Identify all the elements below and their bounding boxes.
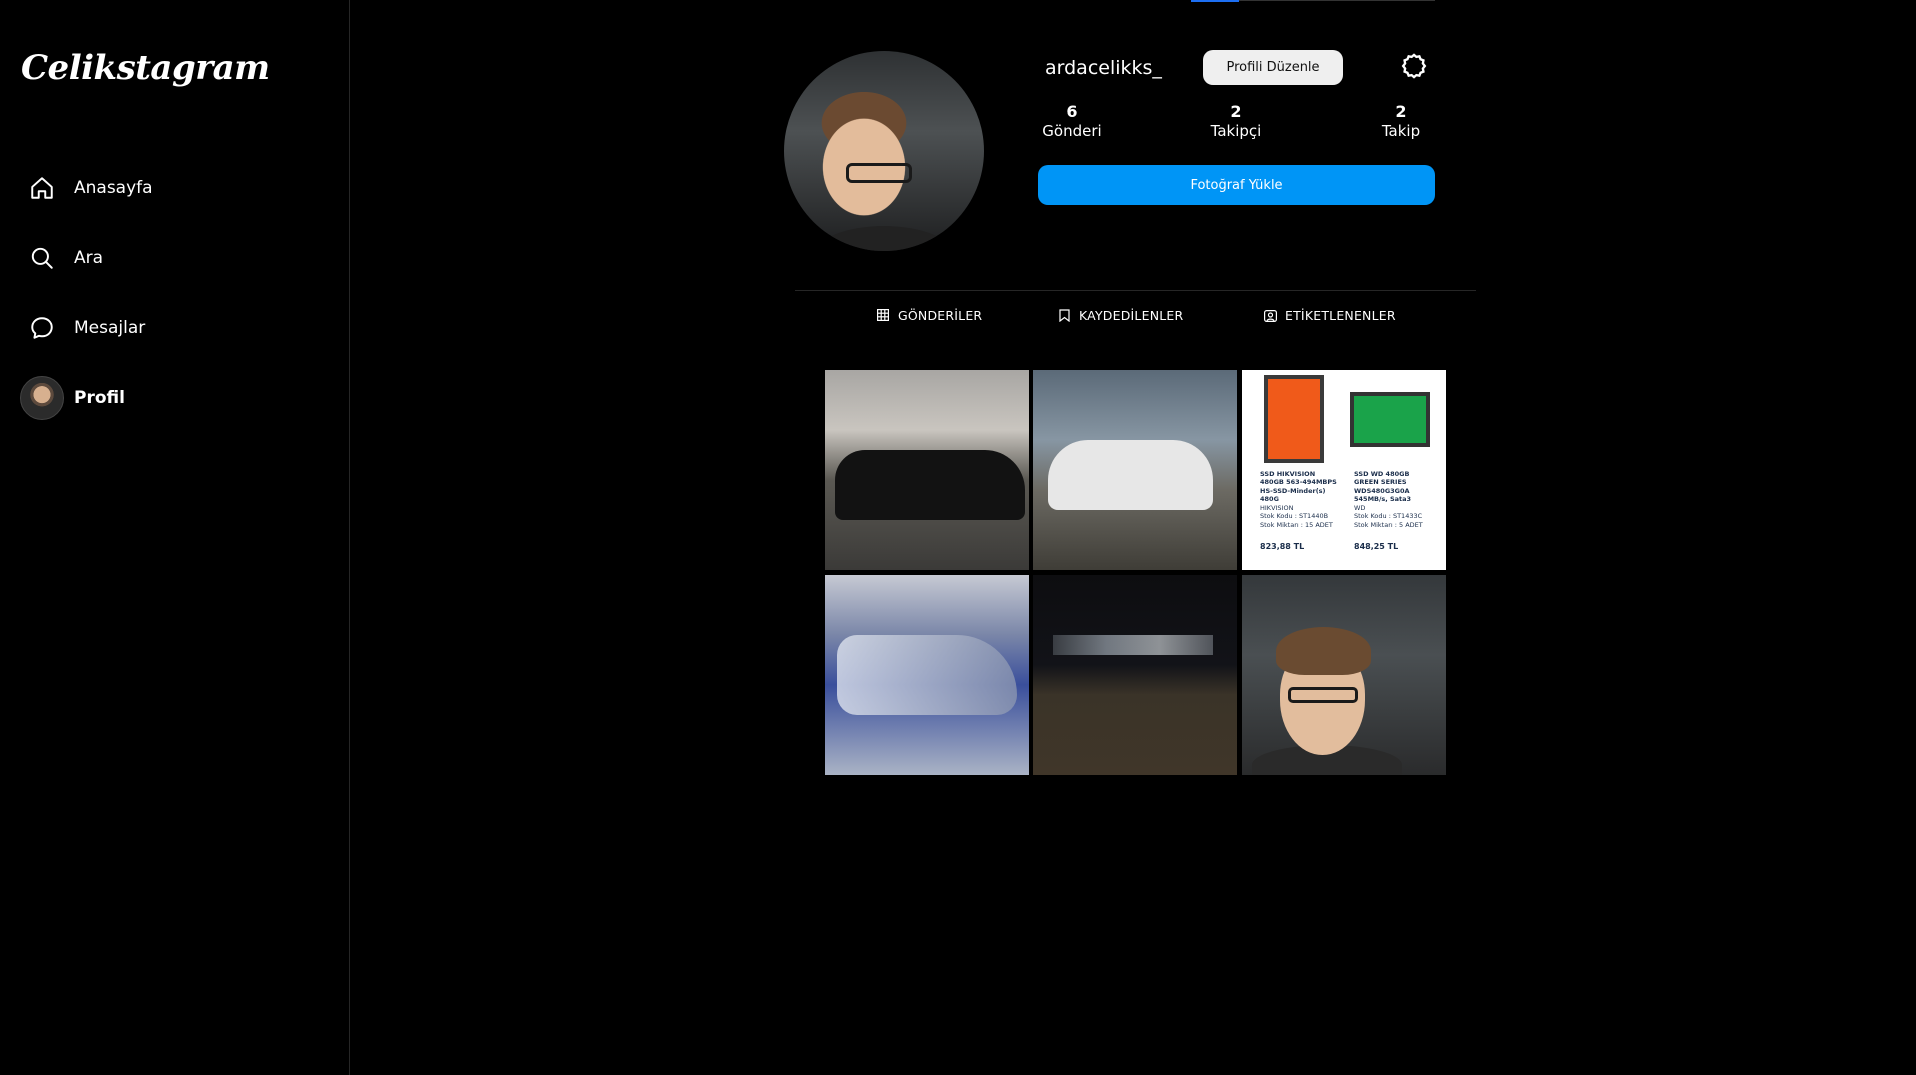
sidebar-item-messages[interactable]: Mesajlar [20, 302, 330, 354]
stat-label: Gönderi [1042, 122, 1102, 140]
avatar [20, 376, 64, 420]
tag-person-icon [1263, 308, 1277, 322]
stat-posts[interactable]: 6 Gönderi [1027, 102, 1117, 140]
stat-label: Takipçi [1210, 122, 1262, 140]
sidebar: Celikstagram Anasayfa Ara Mesajlar Profi… [0, 0, 350, 1075]
post-thumbnail[interactable] [825, 370, 1029, 570]
bookmark-icon [1057, 308, 1071, 322]
post-thumbnail[interactable] [1033, 575, 1237, 775]
tab-posts[interactable]: GÖNDERİLER [876, 306, 982, 324]
stat-followers[interactable]: 2 Takipçi [1191, 102, 1281, 140]
product-price: 848,25 TL [1354, 542, 1399, 551]
stat-value: 2 [1230, 102, 1242, 121]
sidebar-item-label: Mesajlar [74, 318, 146, 338]
grid-icon [876, 308, 890, 322]
tab-label: ETİKETLENENLER [1285, 307, 1396, 323]
tab-saved[interactable]: KAYDEDİLENLER [1057, 306, 1183, 324]
sidebar-item-home[interactable]: Anasayfa [20, 162, 330, 214]
upload-photo-button[interactable]: Fotoğraf Yükle [1038, 165, 1435, 205]
profile-avatar[interactable] [784, 51, 984, 251]
app-logo[interactable]: Celikstagram [21, 48, 270, 88]
sidebar-item-label: Anasayfa [74, 178, 153, 198]
messages-icon [20, 306, 64, 350]
ssd-product-image [1264, 375, 1324, 463]
stat-value: 2 [1395, 102, 1407, 121]
post-thumbnail[interactable] [1033, 370, 1237, 570]
app: Celikstagram Anasayfa Ara Mesajlar Profi… [0, 0, 1916, 1075]
post-thumbnail[interactable] [825, 575, 1029, 775]
sidebar-item-search[interactable]: Ara [20, 232, 330, 284]
edit-profile-button[interactable]: Profili Düzenle [1203, 50, 1343, 85]
stat-label: Takip [1381, 122, 1421, 140]
post-thumbnail[interactable]: SSD HIKVISION 480GB 563-494MBPS HS-SSD-M… [1242, 370, 1446, 570]
divider [795, 290, 1476, 291]
gear-icon[interactable] [1400, 52, 1428, 80]
sidebar-item-label: Ara [74, 248, 104, 268]
post-thumbnail[interactable] [1242, 575, 1446, 775]
product-info: SSD HIKVISION 480GB 563-494MBPS HS-SSD-M… [1260, 470, 1337, 529]
tab-tagged[interactable]: ETİKETLENENLER [1263, 306, 1396, 324]
stat-following[interactable]: 2 Takip [1356, 102, 1446, 140]
profile-username: ardacelikks_ [1045, 57, 1162, 79]
top-progress-indicator [1191, 0, 1435, 2]
sidebar-item-label: Profil [74, 388, 125, 408]
tab-label: KAYDEDİLENLER [1079, 307, 1184, 323]
stat-value: 6 [1066, 102, 1078, 121]
product-price: 823,88 TL [1260, 542, 1305, 551]
search-icon [20, 236, 64, 280]
ssd-product-image [1350, 392, 1430, 447]
product-info: SSD WD 480GB GREEN SERIES WDS480G3G0A 54… [1354, 470, 1423, 529]
sidebar-item-profile[interactable]: Profil [20, 372, 330, 424]
tab-label: GÖNDERİLER [898, 307, 983, 323]
home-icon [20, 166, 64, 210]
